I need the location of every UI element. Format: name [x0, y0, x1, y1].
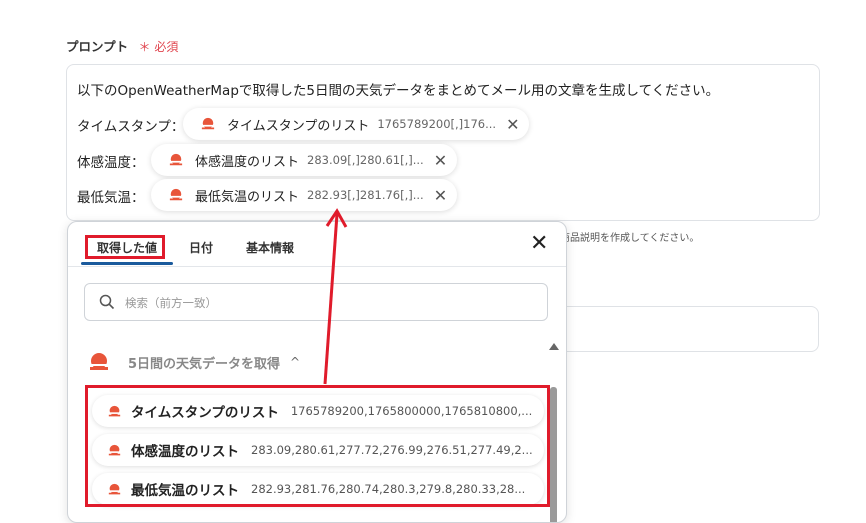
- variable-chip-timestamp[interactable]: タイムスタンプのリスト 1765789200[,]176... ✕: [183, 108, 530, 140]
- required-mark: ＊: [138, 40, 151, 54]
- chip-name: タイムスタンプのリスト: [227, 118, 370, 134]
- background-field[interactable]: [560, 306, 819, 352]
- cloud-sun-icon: [168, 153, 184, 166]
- required-badge: ＊ 必須: [139, 40, 179, 54]
- prompt-field-label: プロンプト ＊ 必須: [66, 36, 178, 55]
- prompt-textarea[interactable]: 以下のOpenWeatherMapで取得した5日間の天気データをまとめてメール用…: [66, 64, 820, 221]
- group-header[interactable]: 5日間の天気データを取得 ^: [86, 350, 300, 374]
- variable-picker-panel: 取得した値 日付 基本情報 ✕ 5日間の天気データを取得 ^ タイムスタンプのリ…: [67, 221, 567, 523]
- remove-icon[interactable]: ✕: [434, 186, 447, 205]
- chip-name: 最低気温のリスト: [195, 189, 300, 205]
- tab-basic-info[interactable]: 基本情報: [246, 239, 294, 256]
- chevron-up-icon[interactable]: ^: [290, 355, 300, 369]
- remove-icon[interactable]: ✕: [506, 115, 519, 134]
- variable-chip-min-temp[interactable]: 最低気温のリスト 282.93[,]281.76[,]... ✕: [151, 179, 458, 211]
- scrollbar-thumb[interactable]: [550, 387, 557, 522]
- picker-tabs: 取得した値 日付 基本情報 ✕: [68, 222, 566, 267]
- prompt-label-text: プロンプト: [66, 39, 129, 54]
- remove-icon[interactable]: ✕: [434, 151, 447, 170]
- chip-name: 体感温度のリスト: [195, 154, 300, 170]
- prompt-row-min-temp-label: 最低気温：: [77, 190, 145, 206]
- scroll-up-arrow[interactable]: [549, 343, 559, 350]
- cloud-sun-icon: [87, 353, 111, 370]
- background-hint-text: 商品説明を作成してください。: [560, 233, 700, 244]
- cloud-sun-icon: [168, 188, 184, 201]
- highlight-box-items: [85, 385, 550, 507]
- search-input[interactable]: [123, 292, 527, 314]
- variable-chip-feels-like[interactable]: 体感温度のリスト 283.09[,]280.61[,]... ✕: [151, 144, 458, 176]
- tab-fetched-values[interactable]: 取得した値: [97, 239, 157, 256]
- group-title: 5日間の天気データを取得: [128, 356, 281, 372]
- prompt-row-feels-like-label: 体感温度：: [77, 155, 145, 171]
- cloud-sun-icon: [200, 117, 216, 130]
- prompt-text: 以下のOpenWeatherMapで取得した5日間の天気データをまとめてメール用…: [77, 83, 720, 99]
- active-tab-underline: [81, 262, 173, 265]
- chip-value: 282.93[,]281.76[,]...: [307, 188, 424, 202]
- chip-value: 1765789200[,]176...: [377, 117, 497, 131]
- chip-value: 283.09[,]280.61[,]...: [307, 153, 424, 167]
- search-field[interactable]: [84, 283, 548, 321]
- tab-date[interactable]: 日付: [189, 239, 213, 256]
- close-icon[interactable]: ✕: [530, 233, 548, 255]
- required-text: 必須: [154, 40, 179, 54]
- prompt-row-timestamp-label: タイムスタンプ：: [77, 119, 185, 135]
- search-icon: [99, 294, 115, 310]
